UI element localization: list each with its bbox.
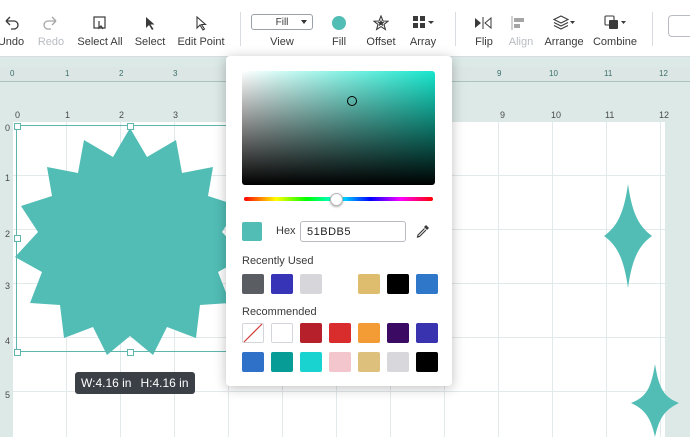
color-swatch[interactable] (387, 323, 409, 343)
color-swatch[interactable] (271, 352, 293, 372)
color-swatch[interactable] (300, 274, 322, 294)
color-swatch[interactable] (416, 323, 438, 343)
no-color-swatch[interactable] (242, 323, 264, 343)
color-swatch[interactable] (416, 352, 438, 372)
color-swatch[interactable] (300, 323, 322, 343)
color-swatch[interactable] (387, 352, 409, 372)
color-swatch[interactable] (416, 274, 438, 294)
dimension-tooltip: W:4.16 in H:4.16 in (75, 372, 195, 394)
color-swatch[interactable] (329, 352, 351, 372)
color-swatch[interactable] (271, 323, 293, 343)
no-color-slash-icon (243, 323, 263, 343)
color-swatch[interactable] (300, 352, 322, 372)
color-swatch[interactable] (358, 274, 380, 294)
sparkle-shape[interactable] (604, 184, 652, 288)
color-swatch[interactable] (387, 274, 409, 294)
resize-handle[interactable] (127, 349, 134, 356)
color-swatch[interactable] (242, 352, 264, 372)
color-swatch[interactable] (329, 274, 351, 294)
color-swatch[interactable] (329, 323, 351, 343)
color-swatch[interactable] (358, 323, 380, 343)
resize-handle[interactable] (14, 349, 21, 356)
color-swatch[interactable] (271, 274, 293, 294)
color-picker-popup: Hex 51BDB5 Recently Used Recommended (226, 56, 452, 386)
eyedropper-icon[interactable] (415, 223, 431, 244)
resize-handle[interactable] (127, 123, 134, 130)
resize-handle[interactable] (14, 235, 21, 242)
saturation-value-area[interactable] (242, 71, 435, 185)
color-picker-handle[interactable] (347, 96, 357, 106)
resize-handle[interactable] (14, 123, 21, 130)
current-color-swatch (242, 222, 262, 241)
hue-slider-thumb[interactable] (330, 193, 343, 206)
dimension-height: H:4.16 in (140, 376, 189, 390)
recently-used-title: Recently Used (242, 255, 314, 267)
selection-box[interactable] (16, 125, 240, 352)
color-swatch[interactable] (242, 274, 264, 294)
dimension-width: W:4.16 in (81, 376, 132, 390)
sparkle-shape[interactable] (631, 364, 679, 437)
color-swatch[interactable] (358, 352, 380, 372)
recommended-title: Recommended (242, 306, 317, 318)
hex-label: Hex (276, 225, 296, 237)
hex-input[interactable]: 51BDB5 (300, 221, 406, 242)
